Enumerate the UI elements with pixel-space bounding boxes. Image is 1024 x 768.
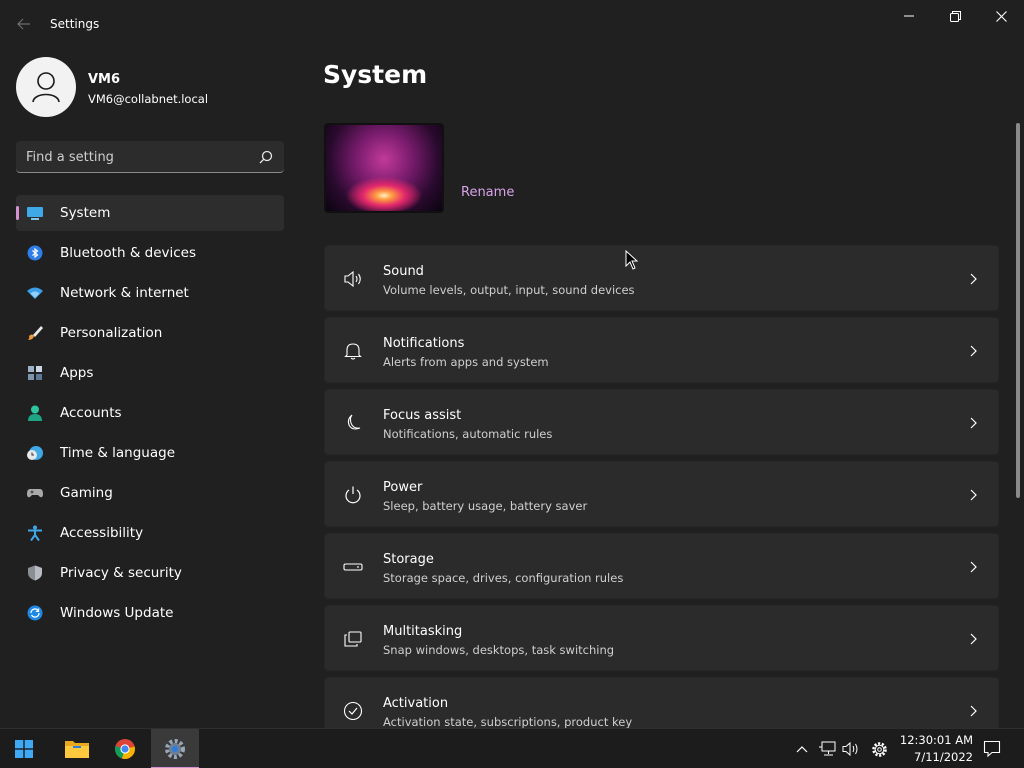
taskbar-file-explorer[interactable] xyxy=(53,729,101,768)
card-subtitle: Activation state, subscriptions, product… xyxy=(383,715,633,728)
gear-icon xyxy=(871,741,887,757)
card-title: Focus assist xyxy=(383,408,462,423)
page-title: System xyxy=(323,60,428,89)
settings-card-activation[interactable]: Activation Activation state, subscriptio… xyxy=(324,677,999,728)
card-subtitle: Snap windows, desktops, task switching xyxy=(383,643,615,657)
network-icon xyxy=(819,741,836,756)
taskbar-chrome[interactable] xyxy=(101,729,149,768)
settings-card-focus-assist[interactable]: Focus assist Notifications, automatic ru… xyxy=(324,389,999,455)
chevron-right-icon xyxy=(970,705,977,717)
bell-icon xyxy=(344,343,362,360)
windows-logo-icon xyxy=(15,740,33,758)
chevron-right-icon xyxy=(970,345,977,357)
chevron-right-icon xyxy=(970,561,977,573)
multitasking-icon xyxy=(344,631,362,647)
scrollbar-thumb[interactable] xyxy=(1016,123,1020,498)
chevron-right-icon xyxy=(970,489,977,501)
tray-overflow-button[interactable] xyxy=(792,739,812,759)
chevron-up-icon xyxy=(796,746,808,753)
taskbar-settings[interactable] xyxy=(151,729,199,768)
power-icon xyxy=(345,486,361,504)
card-subtitle: Volume levels, output, input, sound devi… xyxy=(383,283,635,297)
folder-icon xyxy=(65,741,89,758)
settings-card-storage[interactable]: Storage Storage space, drives, configura… xyxy=(324,533,999,599)
card-subtitle: Sleep, battery usage, battery saver xyxy=(383,499,588,513)
storage-icon xyxy=(343,563,363,571)
card-subtitle: Alerts from apps and system xyxy=(383,355,549,369)
card-subtitle: Notifications, automatic rules xyxy=(383,427,553,441)
chrome-icon xyxy=(115,739,135,759)
settings-list: Sound Volume levels, output, input, soun… xyxy=(324,245,999,728)
chevron-right-icon xyxy=(970,273,977,285)
device-wallpaper-thumbnail xyxy=(324,123,444,213)
card-title: Sound xyxy=(383,264,424,279)
card-subtitle: Storage space, drives, configuration rul… xyxy=(383,571,624,585)
settings-card-power[interactable]: Power Sleep, battery usage, battery save… xyxy=(324,461,999,527)
card-title: Activation xyxy=(383,696,449,711)
clock-date: 7/11/2022 xyxy=(914,750,973,764)
card-title: Notifications xyxy=(383,336,465,351)
clock-time: 12:30:01 AM xyxy=(899,733,973,747)
settings-card-multitasking[interactable]: Multitasking Snap windows, desktops, tas… xyxy=(324,605,999,671)
tray-settings[interactable] xyxy=(869,739,889,759)
settings-card-sound[interactable]: Sound Volume levels, output, input, soun… xyxy=(324,245,999,311)
tray-network[interactable] xyxy=(817,739,837,759)
check-circle-icon xyxy=(343,701,363,721)
speaker-icon xyxy=(344,270,361,288)
notification-icon xyxy=(983,740,1001,758)
chevron-right-icon xyxy=(970,417,977,429)
settings-gear-icon xyxy=(165,739,185,759)
card-title: Multitasking xyxy=(383,624,463,639)
moon-icon xyxy=(347,414,361,430)
volume-icon xyxy=(842,741,858,757)
taskbar-clock[interactable]: 12:30:01 AM 7/11/2022 xyxy=(893,732,973,766)
mouse-cursor-icon xyxy=(625,250,639,270)
card-title: Power xyxy=(383,480,423,495)
settings-card-notifications[interactable]: Notifications Alerts from apps and syste… xyxy=(324,317,999,383)
card-title: Storage xyxy=(383,552,434,567)
rename-link[interactable]: Rename xyxy=(461,185,514,200)
tray-volume[interactable] xyxy=(841,739,861,759)
start-button[interactable] xyxy=(0,729,48,768)
taskbar: 12:30:01 AM 7/11/2022 xyxy=(0,728,1024,768)
notification-center-button[interactable] xyxy=(982,739,1002,759)
main-content: System Rename Sound Volume levels, outpu… xyxy=(0,0,1024,728)
chevron-right-icon xyxy=(970,633,977,645)
